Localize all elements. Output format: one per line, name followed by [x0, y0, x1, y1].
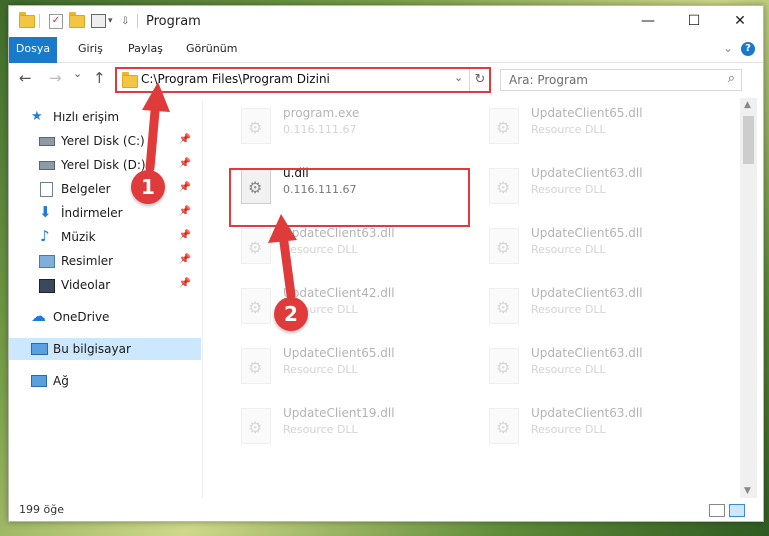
- arrow-1-head: [142, 82, 170, 112]
- step-2-callout: 2: [274, 297, 308, 331]
- step-1-callout: 1: [131, 170, 165, 204]
- arrow-2-head: [268, 214, 297, 243]
- annotation-arrows: [142, 82, 297, 300]
- arrow-2-shaft: [278, 230, 296, 300]
